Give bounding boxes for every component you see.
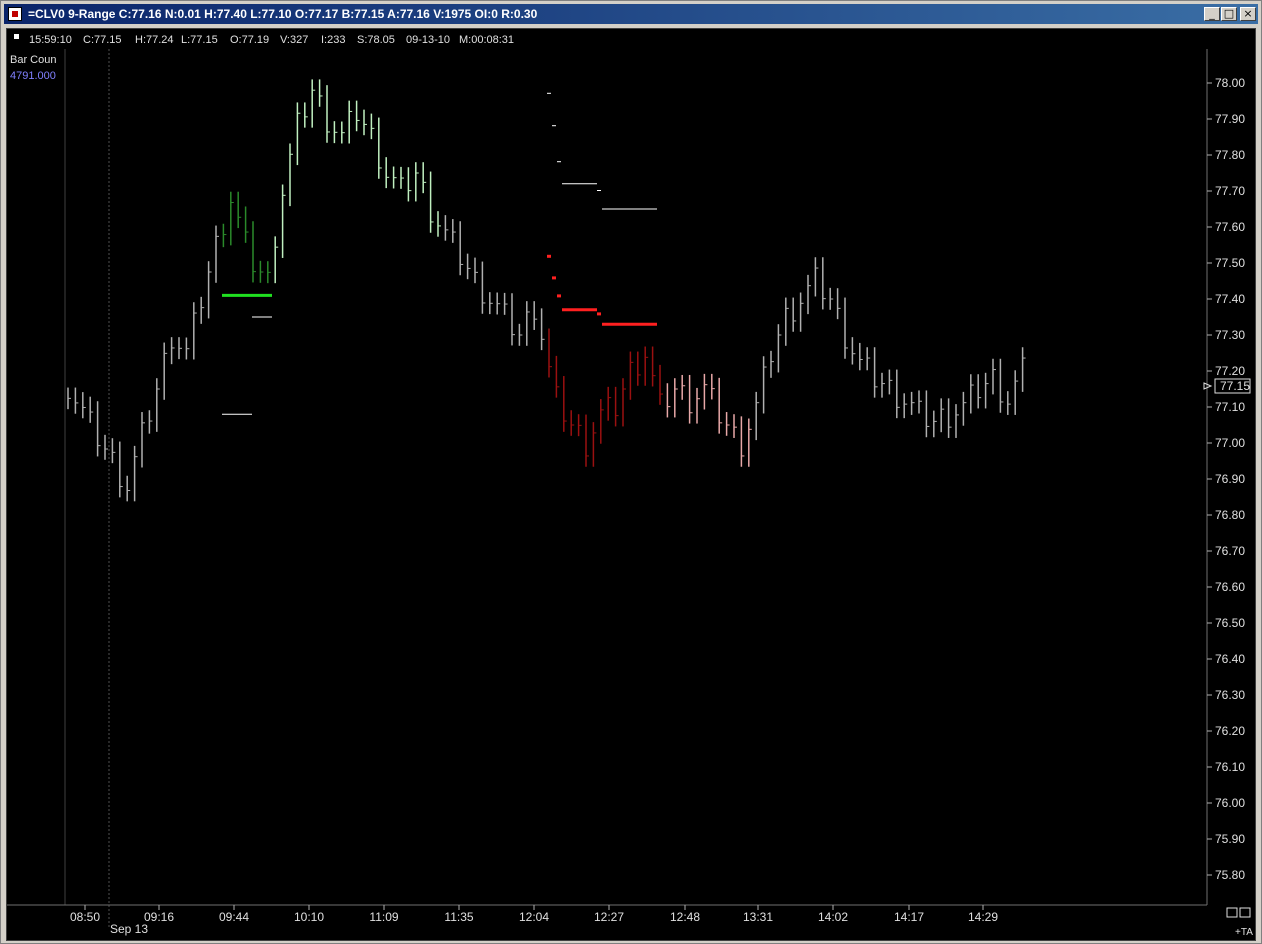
y-tick-label: 77.00 [1215,436,1245,450]
x-tick-label: 14:02 [818,910,848,924]
x-tick-label: 14:29 [968,910,998,924]
y-tick-label: 77.50 [1215,256,1245,270]
y-tick-label: 75.80 [1215,868,1245,882]
y-tick-label: 77.30 [1215,328,1245,342]
status-s-value: S:78.05 [357,34,395,46]
title-bar[interactable]: =CLV0 9-Range C:77.16 N:0.01 H:77.40 L:7… [4,4,1258,24]
y-tick-label: 76.50 [1215,616,1245,630]
last-price-label: 77.15 [1220,379,1250,393]
x-tick-label: 09:16 [144,910,174,924]
status-low: L:77.15 [181,34,218,46]
y-tick-label: 77.10 [1215,400,1245,414]
chart-area[interactable]: 15:59:10 C:77.15 H:77.24 L:77.15 O:77.19… [6,28,1256,941]
y-tick-label: 76.20 [1215,724,1245,738]
window-title: =CLV0 9-Range C:77.16 N:0.01 H:77.40 L:7… [28,7,538,21]
x-date-label: Sep 13 [110,922,148,936]
y-tick-label: 76.40 [1215,652,1245,666]
status-time: 15:59:10 [29,34,72,46]
y-tick-label: 76.60 [1215,580,1245,594]
status-index: I:233 [321,34,345,46]
last-price-marker: 77.15 [1203,378,1251,394]
x-tick-label: 12:48 [670,910,700,924]
y-tick-label: 76.70 [1215,544,1245,558]
y-tick-label: 76.00 [1215,796,1245,810]
level-dot [552,125,556,127]
indicator-value: 4791.000 [10,70,56,82]
chart-window: =CLV0 9-Range C:77.16 N:0.01 H:77.40 L:7… [0,0,1262,944]
y-tick-label: 76.90 [1215,472,1245,486]
level-dot [552,276,556,280]
level-dot [597,312,601,316]
x-tick-label: 12:27 [594,910,624,924]
status-marker-icon [14,34,19,39]
status-open: O:77.19 [230,34,269,46]
close-button[interactable]: × [1240,7,1256,21]
bars-layer [67,79,1026,502]
y-axis: 78.00 77.90 77.80 77.70 77.60 77.50 77.40 77.30… [1207,76,1245,882]
level-dot [557,161,561,163]
status-high: H:77.24 [135,34,174,46]
x-tick-label: 08:50 [70,910,100,924]
status-row: 15:59:10 C:77.15 H:77.24 L:77.15 O:77.19… [14,34,514,46]
y-tick-label: 77.80 [1215,148,1245,162]
x-tick-label: 13:31 [743,910,773,924]
price-chart[interactable]: 15:59:10 C:77.15 H:77.24 L:77.15 O:77.19… [7,29,1255,940]
y-tick-label: 77.90 [1215,112,1245,126]
y-tick-label: 77.40 [1215,292,1245,306]
status-m-value: M:00:08:31 [459,34,514,46]
status-date: 09-13-10 [406,34,450,46]
y-tick-label: 76.80 [1215,508,1245,522]
y-tick-label: 77.20 [1215,364,1245,378]
level-dot [547,254,551,258]
y-tick-label: 77.60 [1215,220,1245,234]
y-tick-label: 76.10 [1215,760,1245,774]
level-dot [597,190,601,191]
status-close: C:77.15 [83,34,122,46]
levels-layer [222,92,657,415]
y-tick-label: 77.70 [1215,184,1245,198]
corner-buttons[interactable] [1226,907,1251,918]
app-icon[interactable] [8,7,22,21]
minimize-button[interactable]: _ [1204,7,1220,21]
x-axis: 08:50 09:16 09:44 10:10 11:09 11:35 12:04 12:27… [70,905,998,924]
indicator-label: Bar Coun [10,54,56,66]
corner-square-icon[interactable] [1239,907,1251,918]
x-tick-label: 09:44 [219,910,249,924]
x-tick-label: 10:10 [294,910,324,924]
y-tick-label: 78.00 [1215,76,1245,90]
status-volume: V:327 [280,34,308,46]
x-tick-label: 11:09 [369,910,398,924]
x-tick-label: 12:04 [519,910,549,924]
x-tick-label: 14:17 [894,910,924,924]
restore-button[interactable]: □ [1221,7,1237,21]
corner-square-icon[interactable] [1226,907,1238,918]
x-tick-label: 11:35 [444,910,473,924]
y-tick-label: 76.30 [1215,688,1245,702]
level-dot [547,92,551,94]
restore-icon: □ [1223,7,1235,20]
level-dot [557,294,561,298]
minimize-icon: _ [1209,7,1215,20]
corner-ta-label[interactable]: +TA [1235,927,1253,938]
y-tick-label: 75.90 [1215,832,1245,846]
close-icon: × [1243,7,1253,20]
